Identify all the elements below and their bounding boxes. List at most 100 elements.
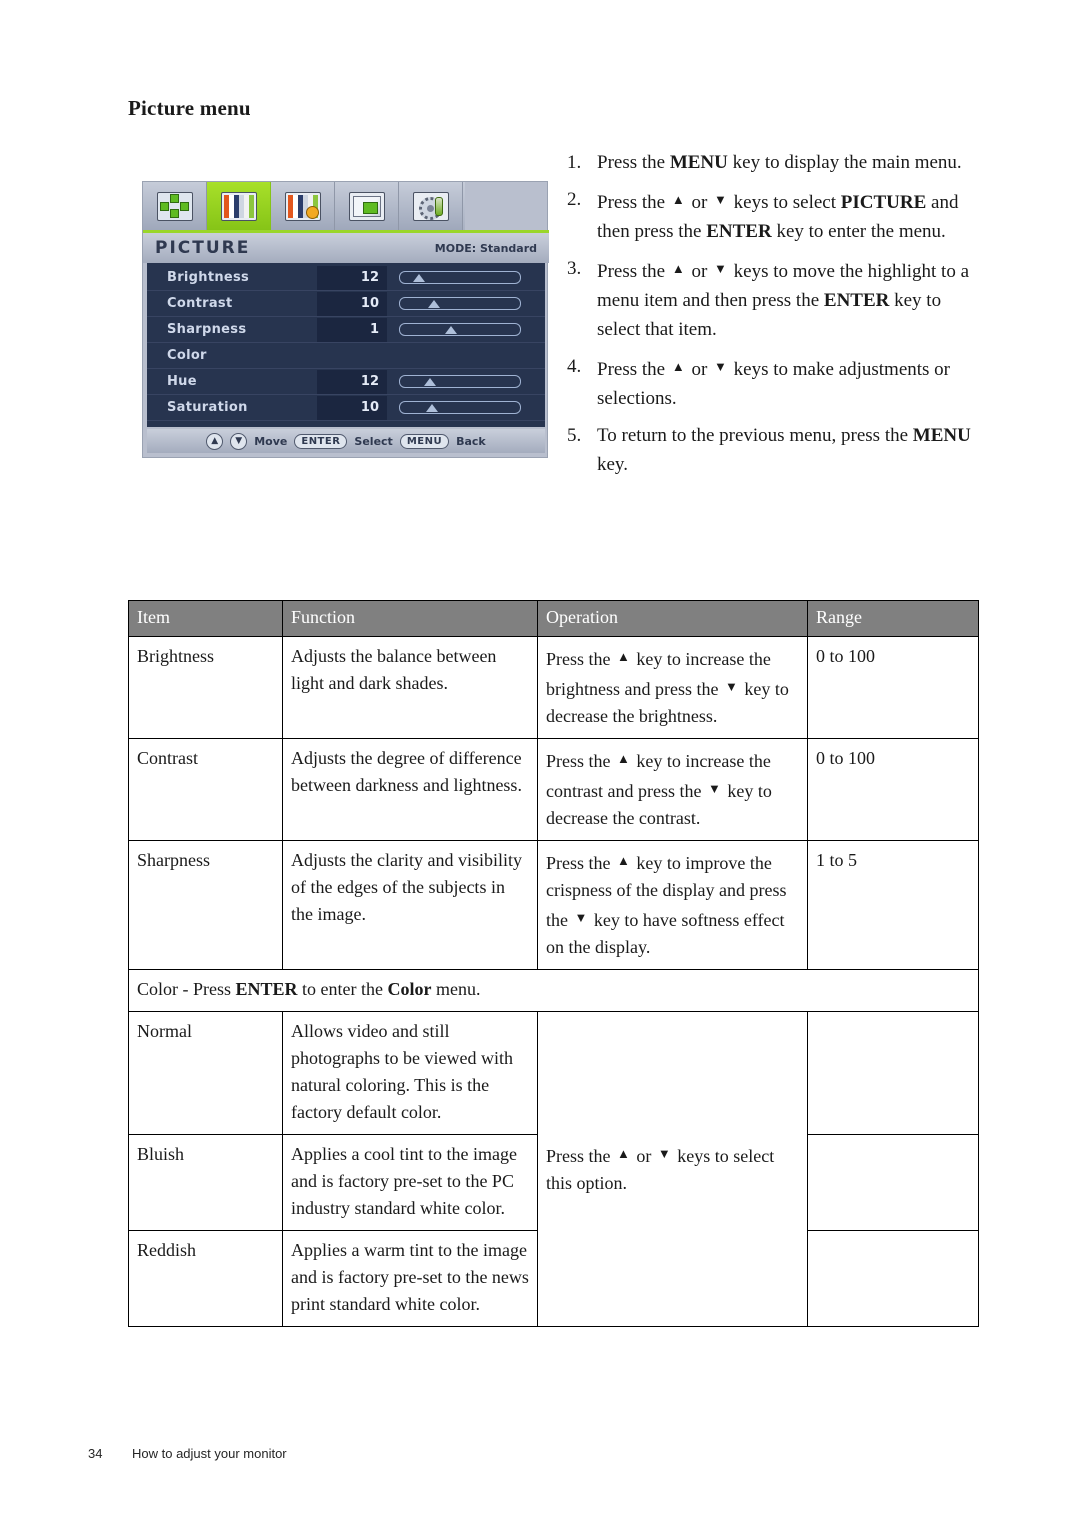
emphasis-key-name: MENU — [669, 152, 728, 173]
color-bars-plus-icon — [284, 191, 321, 221]
text-run: Press the — [546, 751, 615, 771]
emphasis-key-name: ENTER — [235, 979, 298, 999]
arrow-dot — [159, 201, 169, 211]
instruction-step: 1. Press the MENU key to display the main… — [567, 148, 987, 177]
osd-audio-tab[interactable] — [335, 182, 399, 230]
text-run: Press the — [597, 152, 670, 173]
instruction-list: 1. Press the MENU key to display the main… — [567, 148, 987, 487]
osd-system-tab[interactable] — [399, 182, 463, 230]
instruction-step: 5. To return to the previous menu, press … — [567, 421, 987, 479]
cell-range — [807, 1011, 979, 1135]
footer-section-title: How to adjust your monitor — [132, 1446, 287, 1461]
cell-item: Bluish — [128, 1134, 283, 1231]
cell-function: Adjusts the balance between light and da… — [282, 636, 538, 739]
osd-row[interactable]: Sharpness 1 — [147, 317, 545, 343]
down-arrow-icon: ▼ — [714, 261, 727, 276]
text-run: Press the — [546, 649, 615, 669]
cell-function: Applies a cool tint to the image and is … — [282, 1134, 538, 1231]
text-run: keys to select — [728, 192, 841, 213]
cell-function: Adjusts the clarity and visibility of th… — [282, 840, 538, 970]
column-header-operation: Operation — [537, 600, 808, 637]
text-run: key to enter the menu. — [771, 221, 946, 242]
emphasis-key-name: MENU — [912, 425, 971, 446]
color-bars — [223, 194, 254, 218]
down-arrow-icon: ▼ — [724, 679, 738, 694]
osd-row[interactable]: Contrast 10 — [147, 291, 545, 317]
osd-row[interactable]: Hue 12 — [147, 369, 545, 395]
osd-move-label: Move — [254, 434, 288, 448]
osd-row[interactable]: Saturation 10 — [147, 395, 545, 421]
emphasis-key-name: PICTURE — [840, 192, 927, 213]
arrow-dot — [169, 193, 179, 203]
osd-row-label: Contrast — [167, 296, 233, 311]
osd-slider[interactable] — [399, 271, 521, 284]
gear-tool-icon — [412, 191, 449, 221]
table-header-row: Item Function Operation Range — [128, 600, 979, 637]
osd-slider-thumb[interactable] — [425, 404, 438, 412]
osd-title-bar: PICTURE MODE: Standard — [143, 230, 549, 263]
cell-item: Sharpness — [128, 840, 283, 970]
text-run: menu. — [431, 979, 481, 999]
osd-picture-advanced-tab[interactable] — [271, 182, 335, 230]
osd-down-key-icon: ▼ — [230, 432, 248, 450]
osd-enter-key: ENTER — [294, 433, 348, 449]
table-body: Brightness Adjusts the balance between li… — [128, 636, 979, 1327]
osd-tab-bar — [143, 182, 465, 230]
inner-screen-shape — [362, 201, 378, 214]
osd-slider[interactable] — [399, 297, 521, 310]
osd-slider[interactable] — [399, 323, 521, 336]
osd-row-value: 1 — [317, 317, 387, 342]
position-arrows-icon — [156, 191, 193, 221]
up-arrow-icon: ▲ — [671, 359, 685, 374]
gear-hole — [426, 204, 434, 212]
cell-range: 0 to 100 — [807, 636, 979, 739]
down-arrow-icon: ▼ — [714, 359, 727, 374]
text-run: Press the — [597, 192, 670, 213]
cell-item: Contrast — [128, 738, 283, 841]
table-section-row: Color - Press ENTER to enter the Color m… — [128, 969, 979, 1012]
osd-row-value: 10 — [317, 395, 387, 420]
cell-item: Normal — [128, 1011, 283, 1135]
table-head: Item Function Operation Range — [128, 600, 979, 637]
down-arrow-icon: ▼ — [574, 910, 588, 925]
column-header-function: Function — [282, 600, 538, 637]
osd-row-label: Brightness — [167, 270, 250, 285]
osd-row[interactable]: Color — [147, 343, 545, 369]
step-text: Press the ▲ or ▼ keys to select PICTURE … — [597, 185, 987, 246]
emphasis-key-name: ENTER — [823, 290, 890, 311]
step-number: 4. — [567, 356, 582, 377]
osd-slider-thumb[interactable] — [445, 326, 458, 334]
text-run: Color - Press — [137, 979, 236, 999]
osd-picture-tab[interactable] — [207, 182, 271, 230]
screen-shape — [352, 195, 381, 217]
cell-operation: Press the ▲ or ▼ keys to select this opt… — [537, 1011, 808, 1327]
table-row: Brightness Adjusts the balance between li… — [128, 636, 979, 739]
table-row: Sharpness Adjusts the clarity and visibil… — [128, 840, 979, 970]
osd-row-label: Color — [167, 348, 207, 363]
up-arrow-icon: ▲ — [617, 649, 630, 664]
emphasis-key-name: ENTER — [706, 221, 772, 242]
osd-slider-thumb[interactable] — [412, 274, 425, 282]
osd-row-label: Sharpness — [167, 322, 247, 337]
cell-range — [807, 1230, 979, 1327]
osd-slider-thumb[interactable] — [423, 378, 436, 386]
osd-row-value: 12 — [317, 369, 387, 394]
cell-range: 1 to 5 — [807, 840, 979, 970]
osd-select-label: Select — [354, 434, 393, 448]
text-run: or — [686, 192, 713, 213]
osd-slider[interactable] — [399, 401, 521, 414]
up-arrow-icon: ▲ — [617, 751, 630, 766]
step-text: Press the ▲ or ▼ keys to move the highli… — [597, 254, 987, 344]
osd-slider[interactable] — [399, 375, 521, 388]
page-title: Picture menu — [128, 96, 251, 120]
arrow-dot — [179, 201, 189, 211]
cell-range — [807, 1134, 979, 1231]
osd-row[interactable]: Brightness 12 — [147, 265, 545, 291]
osd-display-tab[interactable] — [143, 182, 207, 230]
screen-in-screen-icon — [348, 191, 385, 221]
cell-range: 0 to 100 — [807, 738, 979, 841]
osd-screenshot-figure: PICTURE MODE: Standard Brightness 12 Contr… — [142, 181, 549, 458]
osd-slider-thumb[interactable] — [428, 300, 441, 308]
cell-operation: Press the ▲ key to increase the brightne… — [537, 636, 808, 739]
cell-function: Allows video and still photographs to be… — [282, 1011, 538, 1135]
